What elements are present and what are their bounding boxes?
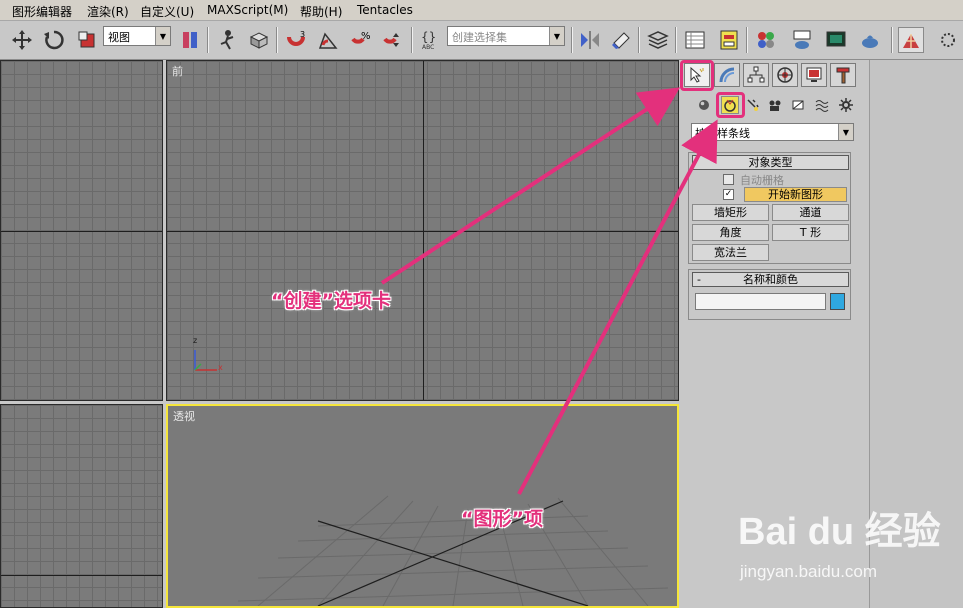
wall-rectangle-button[interactable]: 墙矩形 [692,204,769,221]
cameras-icon[interactable] [766,96,784,114]
menu-bar: 图形编辑器 渲染(R) 自定义(U) MAXScript(M) 帮助(H) Te… [0,0,963,21]
named-selection-set-input[interactable]: 创建选择集 ▼ [447,26,565,46]
toolbar-separator [411,27,413,53]
quick-render-icon[interactable] [857,27,883,53]
watermark-brand: Bai du 经验 [738,511,941,553]
toolbar-separator [638,27,640,53]
environment-icon[interactable] [898,27,924,53]
display-tab[interactable] [801,63,827,87]
toolbar-separator [571,27,573,53]
toolbar-separator [675,27,677,53]
modify-arc-icon [719,67,735,83]
shape-category-dropdown[interactable]: 扩展样条线 ▼ [691,123,854,141]
snap-3d-icon[interactable]: 3 [283,27,309,53]
keyboard-shortcut-icon[interactable] [246,27,272,53]
menu-customize[interactable]: 自定义(U) [140,3,194,20]
svg-text:{}: {} [421,30,436,44]
autogrid-checkbox[interactable] [723,174,734,185]
toolbar-separator [207,27,209,53]
lights-icon[interactable] [744,96,762,114]
wide-flange-button[interactable]: 宽法兰 [692,244,769,261]
left-viewport[interactable] [0,404,163,608]
mirror-icon[interactable] [577,27,603,53]
curve-editor-icon[interactable] [682,27,708,53]
toolbar-separator [276,27,278,53]
angle-snap-icon[interactable] [315,27,341,53]
modify-tab[interactable] [714,63,740,87]
rotate-icon[interactable] [41,27,67,53]
chevron-down-icon: ▼ [155,27,170,45]
shapes-annotation: “图形”项 [461,508,543,530]
front-viewport-label[interactable]: 前 [172,63,183,79]
hammer-icon [836,67,850,84]
menu-graph-editors[interactable]: 图形编辑器 [12,3,72,20]
name-color-title[interactable]: - 名称和颜色 [692,272,849,287]
layer-manager-icon[interactable] [645,27,671,53]
toolbar-separator [746,27,748,53]
perspective-viewport[interactable]: 透视 [166,404,679,608]
align-icon[interactable] [608,27,634,53]
chevron-down-icon: ▼ [549,27,564,45]
axis-x-label: x [218,363,223,372]
main-toolbar: 视图 ▼ 3 % {} ABC 创建选择集 ▼ [0,21,963,60]
tee-button[interactable]: T 形 [772,224,849,241]
baidu-watermark: Bai du 经验 jingyan.baidu.com [738,500,958,600]
menu-maxscript[interactable]: MAXScript(M) [207,3,288,17]
angle-button[interactable]: 角度 [692,224,769,241]
hierarchy-tab[interactable] [743,63,769,87]
toolbar-separator [891,27,893,53]
perspective-grid [237,495,669,606]
axis-z-label: z [193,336,198,345]
left-viewport-axis [1,575,162,576]
chevron-down-icon: ▼ [838,124,853,140]
create-tab-annotation: “创建”选项卡 [271,290,391,312]
shapes-highlight [716,92,745,118]
display-monitor-icon [806,67,822,82]
move-icon[interactable] [9,27,35,53]
spinner-snap-icon[interactable] [379,27,405,53]
geometry-icon[interactable] [695,96,713,114]
watermark-url: jingyan.baidu.com [740,562,878,581]
percent-snap-icon[interactable]: % [347,27,373,53]
schematic-view-icon[interactable] [716,27,742,53]
rendered-frame-window-icon[interactable] [823,27,849,53]
select-manipulate-icon[interactable] [214,27,240,53]
hierarchy-icon [747,66,765,83]
space-warps-icon[interactable] [813,96,831,114]
svg-text:3: 3 [300,30,305,39]
start-new-shape-checkbox[interactable]: ✓ [723,189,734,200]
create-tab-highlight [680,60,714,91]
object-color-swatch[interactable] [830,293,845,310]
render-setup-icon[interactable] [789,27,815,53]
object-type-title[interactable]: 对象类型 [692,155,849,170]
collapse-symbol: - [697,273,701,286]
menu-help[interactable]: 帮助(H) [300,3,342,20]
autogrid-label: 自动栅格 [740,174,784,187]
top-viewport[interactable] [0,60,163,401]
motion-tab[interactable] [772,63,798,87]
scale-icon[interactable] [74,27,100,53]
channel-button[interactable]: 通道 [772,204,849,221]
object-type-rollout: 对象类型 自动栅格 ✓ 开始新图形 墙矩形 通道 角度 T 形 宽法兰 [688,152,851,264]
utilities-tab[interactable] [830,63,856,87]
extra-tools-icon[interactable] [935,27,961,53]
name-color-rollout: - 名称和颜色 [688,269,851,320]
helpers-icon[interactable] [789,96,807,114]
svg-text:ABC: ABC [422,44,434,51]
reference-coordinate-dropdown[interactable]: 视图 ▼ [103,26,171,46]
edit-named-selection-icon[interactable]: {} ABC [418,27,444,53]
systems-icon[interactable] [837,96,855,114]
material-editor-icon[interactable] [753,27,779,53]
pivot-center-icon[interactable] [177,27,203,53]
menu-tentacles[interactable]: Tentacles [357,3,413,17]
front-vertical-axis [423,61,424,400]
menu-rendering[interactable]: 渲染(R) [87,3,129,20]
object-name-field[interactable] [695,293,826,310]
top-viewport-axis [1,231,162,232]
svg-text:%: % [361,31,371,42]
motion-wheel-icon [777,67,793,83]
start-new-shape-button[interactable]: 开始新图形 [744,187,847,202]
front-viewport[interactable]: 前 z x [166,60,679,401]
